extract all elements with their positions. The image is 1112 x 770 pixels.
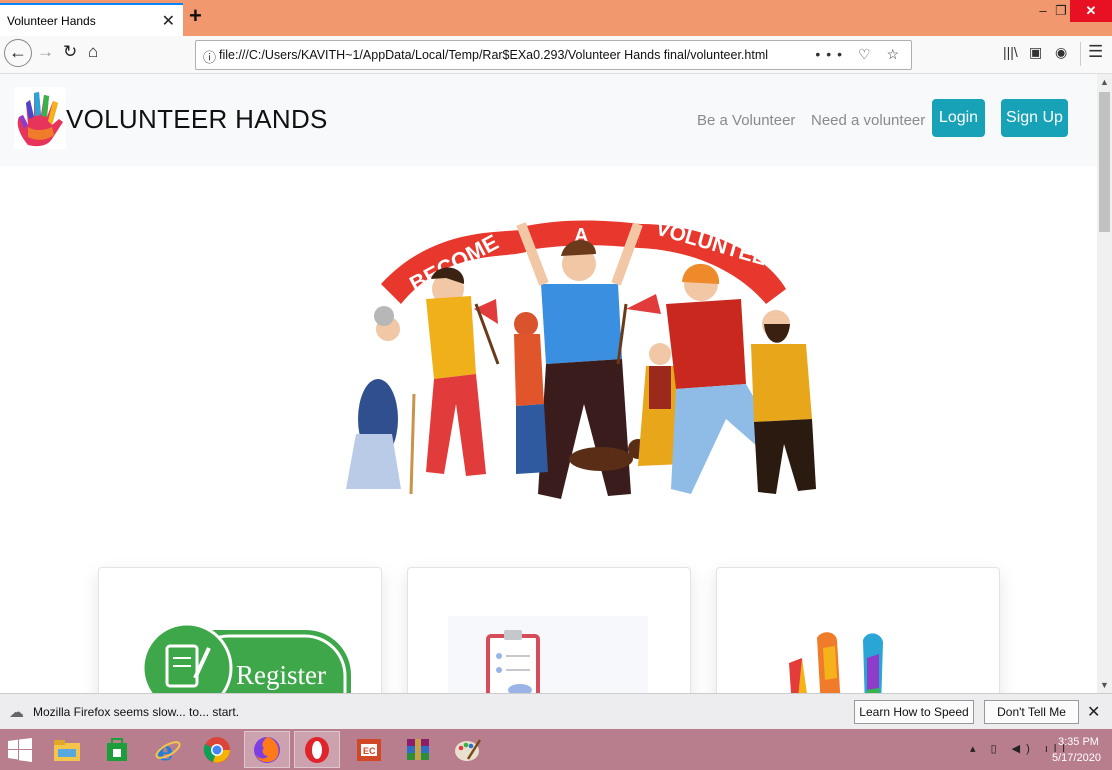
bookmark-star-icon[interactable]: ☆ — [886, 46, 905, 62]
toolbar-separator — [1080, 42, 1081, 66]
clock-time[interactable]: 3:35 PM — [1058, 736, 1099, 748]
slow-startup-notification: ☁ Mozilla Firefox seems slow... to... st… — [0, 693, 1112, 741]
store-icon[interactable] — [94, 731, 140, 768]
winrar-icon[interactable] — [395, 731, 441, 768]
paint-icon[interactable] — [445, 731, 491, 768]
brand-title[interactable]: VOLUNTEER HANDS — [66, 104, 328, 135]
new-tab-button[interactable]: + — [189, 3, 202, 29]
nav-be-a-volunteer[interactable]: Be a Volunteer — [697, 112, 795, 129]
register-card[interactable]: Register — [98, 567, 382, 693]
account-icon[interactable]: ◉ — [1055, 44, 1067, 61]
firefox-icon[interactable] — [244, 731, 290, 768]
chrome-icon[interactable] — [194, 731, 240, 768]
notification-message: Mozilla Firefox seems slow... to... star… — [33, 705, 240, 719]
address-bar[interactable]: ⓘ file:///C:/Users/KAVITH~1/AppData/Loca… — [195, 40, 912, 70]
tab-close-icon[interactable]: ✕ — [162, 11, 175, 31]
nav-need-a-volunteer[interactable]: Need a volunteer — [811, 112, 925, 129]
back-arrow-icon[interactable]: ← — [4, 39, 32, 67]
pocket-icon[interactable]: ♡ — [858, 46, 877, 62]
windows-start-icon[interactable] — [8, 738, 32, 762]
page-actions[interactable]: ••• ♡ ☆ — [815, 46, 905, 63]
scroll-up-arrow-icon[interactable]: ▲ — [1100, 77, 1109, 87]
learn-speed-up-button[interactable]: Learn How to Speed It Up — [854, 700, 974, 741]
login-button[interactable]: Login — [932, 99, 985, 137]
url-text[interactable]: file:///C:/Users/KAVITH~1/AppData/Local/… — [219, 48, 768, 62]
presentation-app-icon[interactable]: EC — [346, 731, 392, 768]
forward-arrow-icon[interactable]: → — [37, 42, 54, 62]
windows-taskbar: e EC ▴ ▯ ◀) ıll 3:35 PM 5/17/2020 — [0, 729, 1112, 770]
browser-tab[interactable]: Volunteer Hands ✕ — [0, 3, 183, 36]
info-icon[interactable]: ⓘ — [203, 47, 216, 66]
clipboard-icon — [448, 616, 648, 693]
sidebar-icon[interactable]: ▣ — [1029, 44, 1042, 61]
library-icon[interactable]: |||\ — [1003, 44, 1018, 60]
raised-hands-icon — [789, 632, 883, 693]
hands-card[interactable] — [716, 567, 1000, 693]
signup-button[interactable]: Sign Up — [1001, 99, 1068, 137]
file-explorer-icon[interactable] — [44, 731, 90, 768]
opera-icon[interactable] — [294, 731, 340, 768]
svg-text:EC: EC — [363, 746, 376, 756]
scroll-down-arrow-icon[interactable]: ▼ — [1100, 680, 1109, 690]
checklist-card[interactable] — [407, 567, 691, 693]
reload-icon[interactable]: ↻ — [63, 42, 77, 62]
internet-explorer-icon[interactable]: e — [145, 731, 191, 768]
scrollbar-thumb[interactable] — [1099, 92, 1110, 232]
home-icon[interactable]: ⌂ — [88, 42, 98, 62]
page-scrollbar[interactable]: ▲ ▼ — [1097, 74, 1112, 693]
more-actions-icon[interactable]: ••• — [815, 46, 848, 62]
hamburger-menu-icon[interactable]: ☰ — [1088, 42, 1103, 62]
turtle-icon: ☁ — [9, 704, 24, 721]
tab-title: Volunteer Hands — [7, 14, 96, 28]
hand-logo-icon[interactable] — [14, 87, 66, 149]
page-viewport: VOLUNTEER HANDS Be a Volunteer Need a vo… — [0, 74, 1097, 693]
register-badge-graphic: Register — [141, 622, 351, 693]
close-window-button[interactable]: ✕ — [1070, 0, 1112, 22]
browser-toolbar: ← → ↻ ⌂ ⓘ file:///C:/Users/KAVITH~1/AppD… — [0, 36, 1112, 74]
close-notification-icon[interactable]: ✕ — [1087, 702, 1100, 722]
register-label: Register — [236, 660, 326, 690]
dont-tell-again-button[interactable]: Don't Tell Me Again — [984, 700, 1079, 741]
site-header: VOLUNTEER HANDS Be a Volunteer Need a vo… — [0, 74, 1097, 166]
browser-tab-bar: Volunteer Hands ✕ + – ❐ ✕ — [0, 0, 1112, 36]
become-a-volunteer-illustration: BECOME A VOLUNTEER — [346, 217, 816, 499]
clock-date[interactable]: 5/17/2020 — [1052, 752, 1101, 764]
